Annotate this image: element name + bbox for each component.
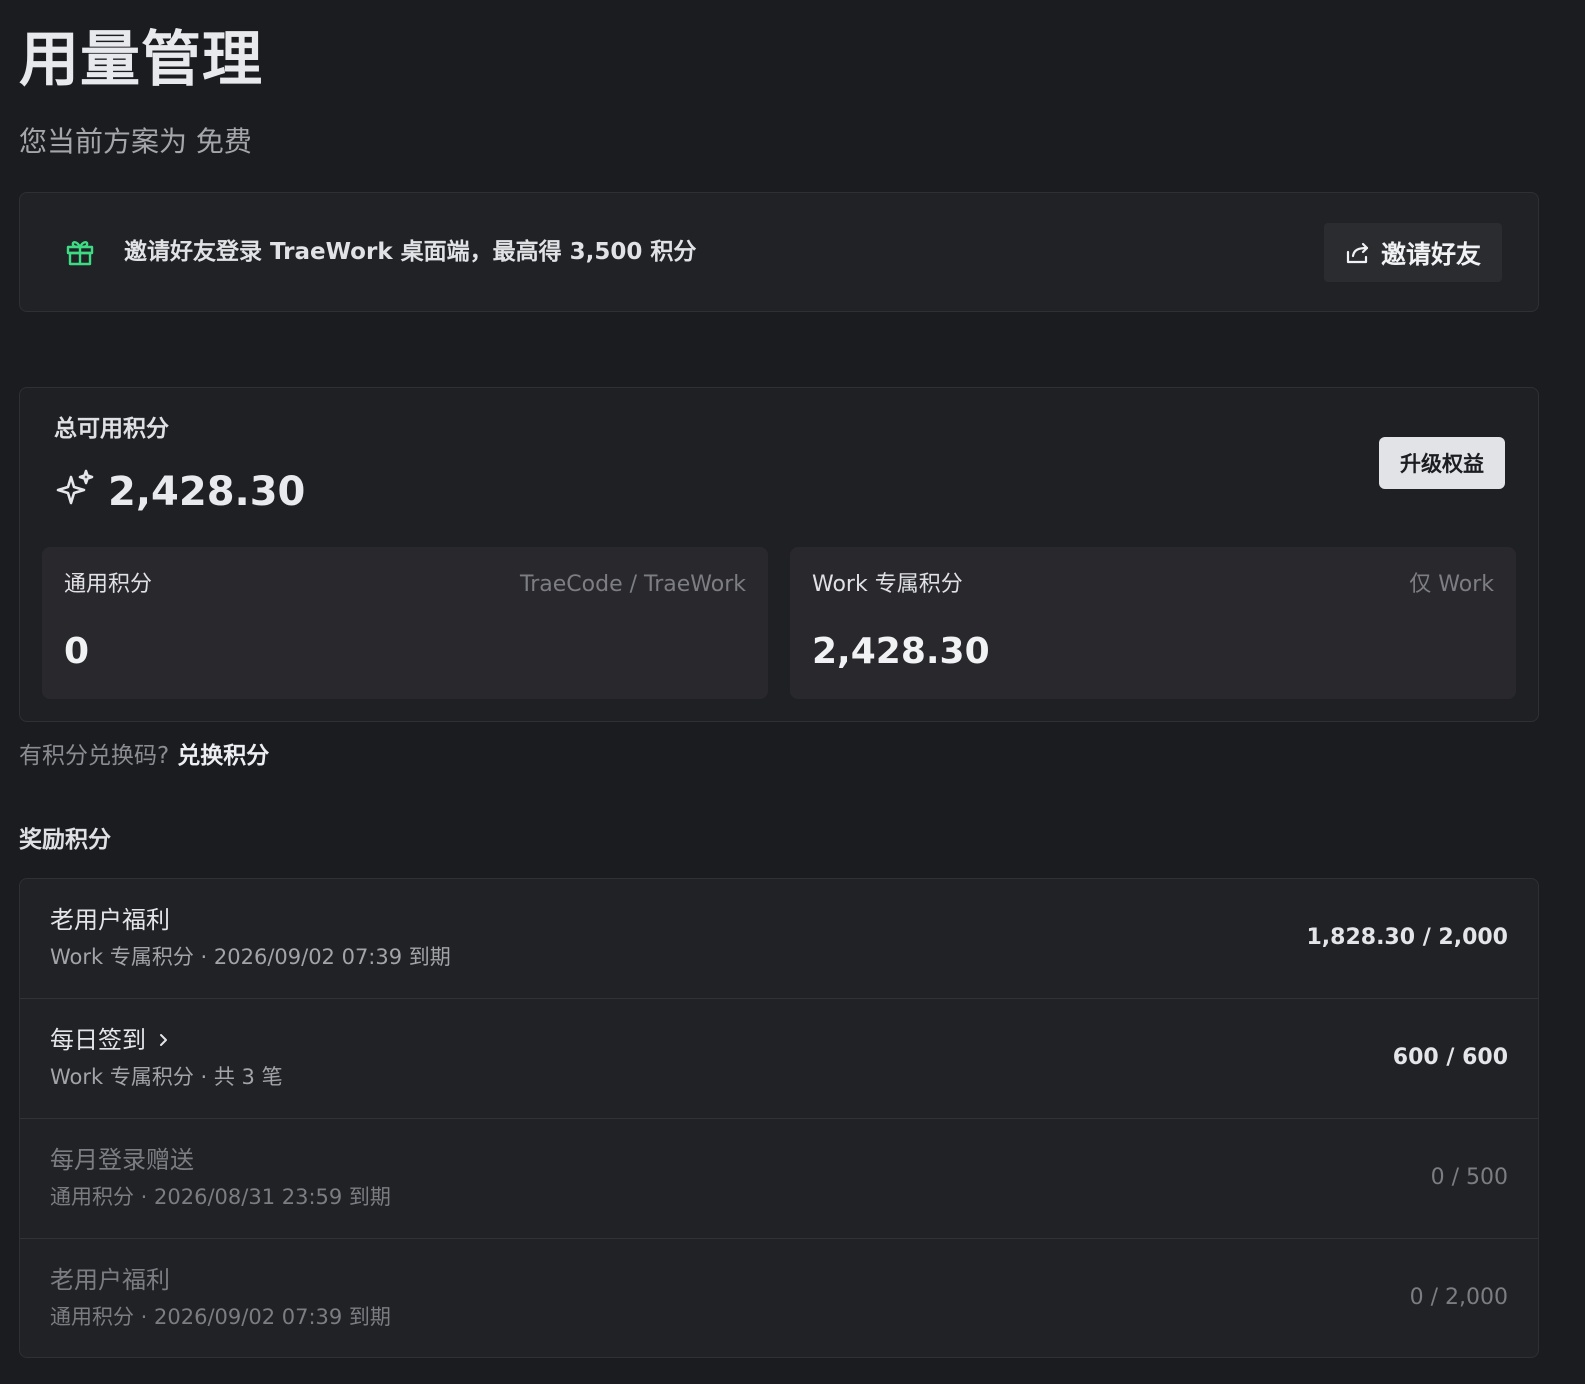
chevron-right-icon[interactable] [156, 1032, 172, 1048]
reward-name[interactable]: 每日签到 [50, 1023, 172, 1057]
total-credits-label: 总可用积分 [54, 416, 169, 442]
usage-management-page: 用量管理 您当前方案为 免费 邀请好友登录 TraeWork 桌面端，最高得 3… [0, 0, 1585, 1384]
reward-amount: 1,828.30 / 2,000 [1306, 925, 1508, 950]
upgrade-button[interactable]: 升级权益 [1379, 437, 1505, 489]
share-icon [1346, 242, 1369, 263]
reward-meta: 通用积分 · 2026/09/02 07:39 到期 [50, 1305, 391, 1329]
reward-row-daily-checkin[interactable]: 每日签到 Work 专属积分 · 共 3 笔 600 / 600 [20, 999, 1538, 1119]
reward-name: 老用户福利 [50, 1263, 170, 1297]
invite-friends-button[interactable]: 邀请好友 [1324, 223, 1502, 282]
invite-friends-label: 邀请好友 [1380, 239, 1481, 269]
reward-name-text: 老用户福利 [50, 1266, 170, 1294]
sparkle-icon [56, 469, 94, 505]
work-credits-value: 2,428.30 [812, 631, 990, 672]
rewards-section-title: 奖励积分 [19, 827, 111, 853]
reward-name-text: 老用户福利 [50, 906, 170, 934]
reward-row: 每月登录赠送 通用积分 · 2026/08/31 23:59 到期 0 / 50… [20, 1119, 1538, 1239]
invite-text: 邀请好友登录 TraeWork 桌面端，最高得 3,500 积分 [124, 239, 697, 265]
reward-name: 老用户福利 [50, 903, 170, 937]
work-credits-card: Work 专属积分 仅 Work 2,428.30 [790, 547, 1516, 699]
redeem-credits-link[interactable]: 兑换积分 [177, 743, 269, 769]
work-credits-title: Work 专属积分 [812, 572, 963, 597]
reward-name: 每月登录赠送 [50, 1143, 194, 1177]
gift-icon [66, 241, 94, 266]
reward-meta: 通用积分 · 2026/08/31 23:59 到期 [50, 1185, 391, 1209]
reward-amount: 0 / 2,000 [1409, 1285, 1508, 1310]
reward-amount: 600 / 600 [1392, 1045, 1508, 1070]
reward-list: 老用户福利 Work 专属积分 · 2026/09/02 07:39 到期 1,… [19, 878, 1539, 1358]
page-title: 用量管理 [19, 25, 263, 95]
general-credits-value: 0 [64, 631, 90, 672]
reward-name-text: 每月登录赠送 [50, 1146, 194, 1174]
general-credits-scope: TraeCode / TraeWork [520, 572, 746, 597]
reward-meta: Work 专属积分 · 共 3 笔 [50, 1065, 283, 1089]
general-credits-title: 通用积分 [64, 572, 153, 597]
current-plan-text: 您当前方案为 免费 [19, 125, 252, 158]
reward-meta: Work 专属积分 · 2026/09/02 07:39 到期 [50, 945, 451, 969]
reward-row: 老用户福利 通用积分 · 2026/09/02 07:39 到期 0 / 2,0… [20, 1239, 1538, 1357]
total-credits-value: 2,428.30 [108, 469, 306, 515]
reward-name-text: 每日签到 [50, 1026, 146, 1054]
work-credits-scope: 仅 Work [1409, 572, 1494, 597]
credits-card: 总可用积分 2,428.30 升级权益 通用积分 TraeCode / Trae… [19, 387, 1539, 722]
redeem-row: 有积分兑换码? 兑换积分 [19, 738, 269, 774]
general-credits-card: 通用积分 TraeCode / TraeWork 0 [42, 547, 768, 699]
reward-amount: 0 / 500 [1430, 1165, 1508, 1190]
invite-banner: 邀请好友登录 TraeWork 桌面端，最高得 3,500 积分 邀请好友 [19, 192, 1539, 312]
redeem-hint: 有积分兑换码? [19, 743, 170, 769]
reward-row: 老用户福利 Work 专属积分 · 2026/09/02 07:39 到期 1,… [20, 879, 1538, 999]
